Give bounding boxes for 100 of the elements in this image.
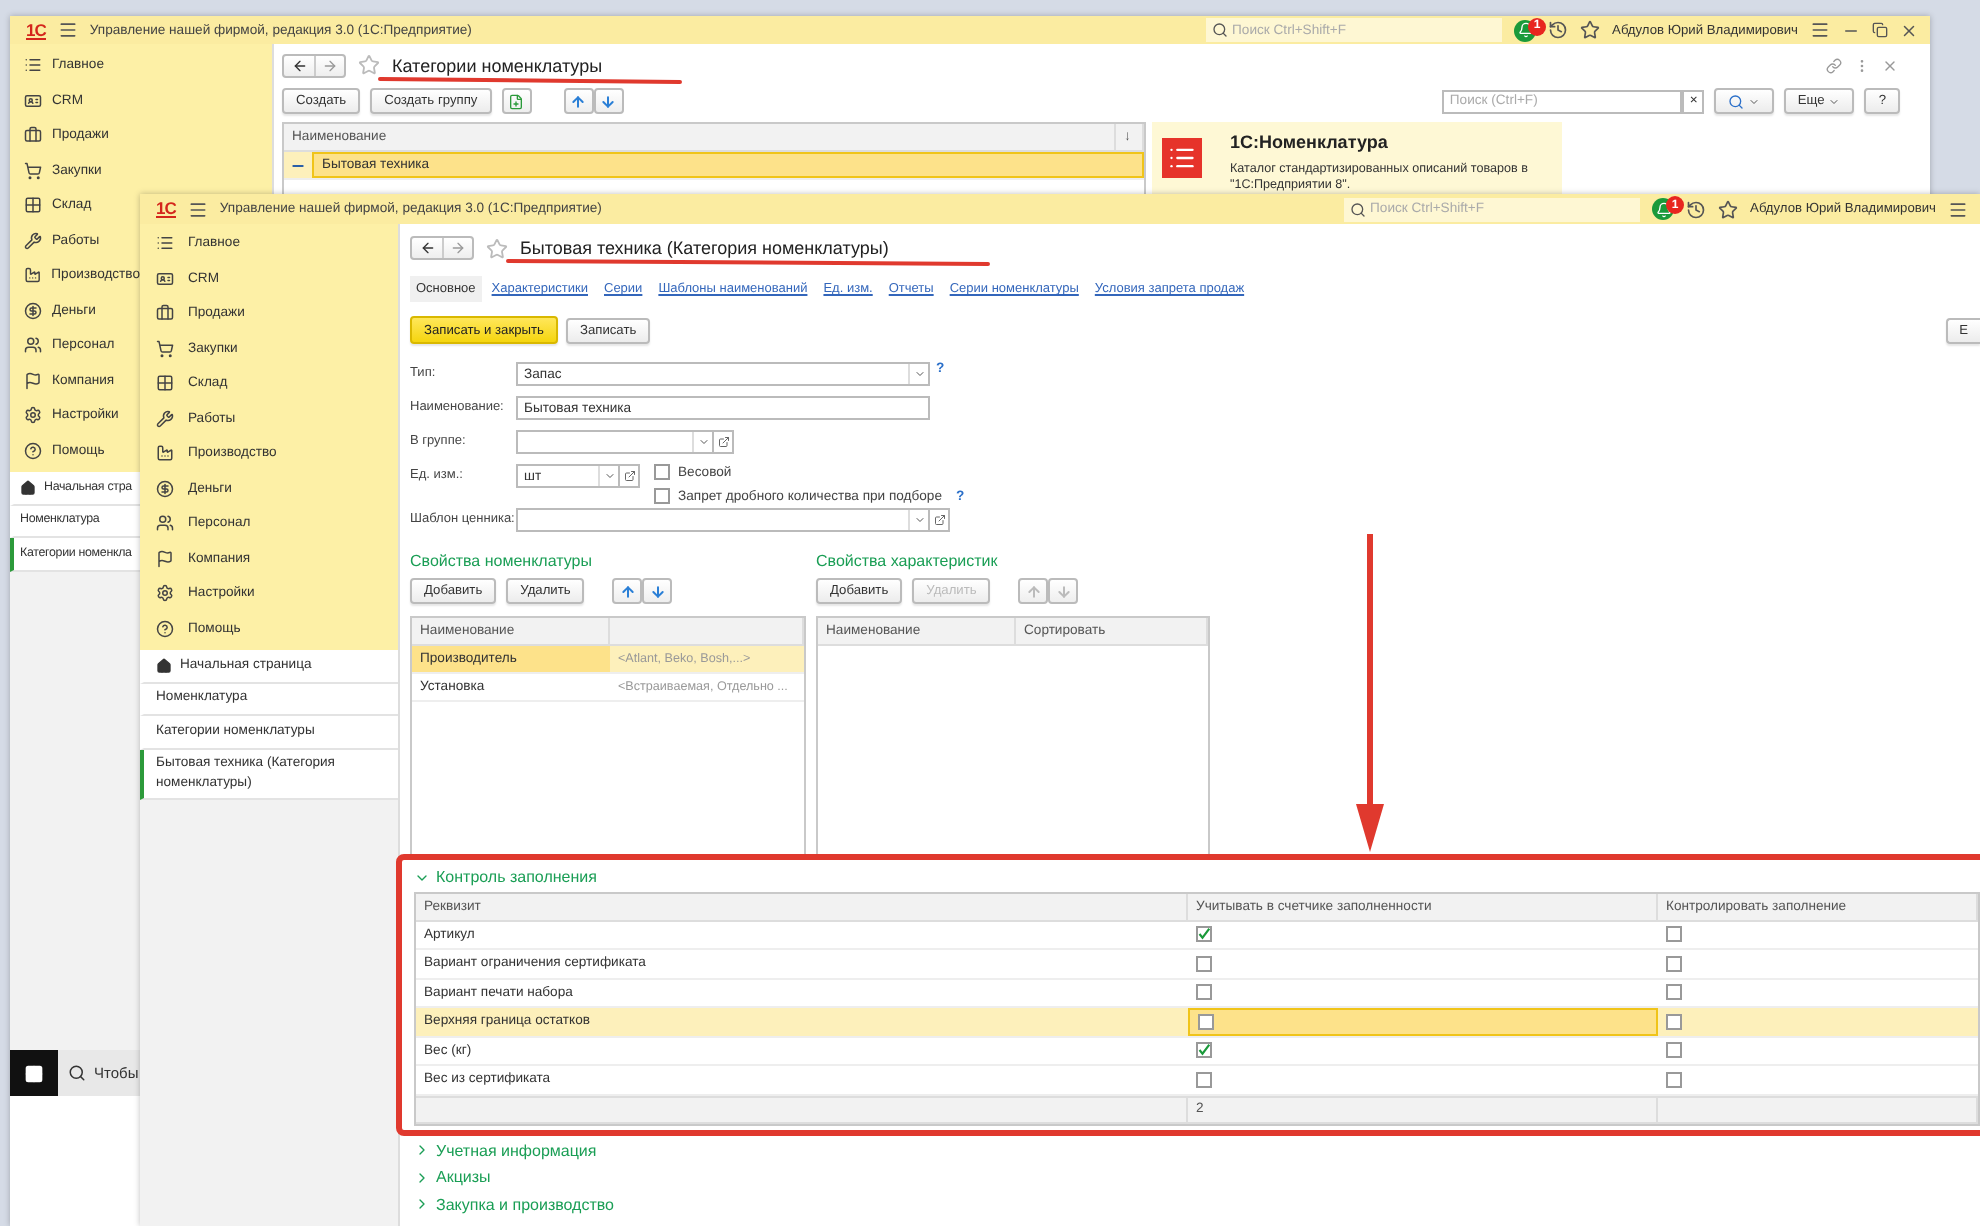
coin-icon <box>24 301 42 320</box>
checkbox[interactable] <box>1198 1013 1214 1030</box>
checkbox[interactable] <box>1196 926 1212 943</box>
info-title: 1С:Номенклатура <box>1230 132 1390 152</box>
star-icon <box>358 54 380 76</box>
checkbox[interactable] <box>654 488 670 504</box>
up-arrow-icon <box>570 93 587 109</box>
open-icon <box>717 436 729 448</box>
search-icon <box>1212 22 1229 38</box>
menu-icon[interactable] <box>187 199 208 219</box>
menu-icon[interactable] <box>57 20 78 40</box>
caret-icon <box>603 470 615 482</box>
forward-arrow-icon <box>322 57 338 73</box>
cart-icon <box>24 161 42 180</box>
list-icon <box>1162 138 1202 178</box>
checkbox[interactable] <box>1666 984 1682 1001</box>
section-title: Свойства номенклатуры <box>410 552 594 570</box>
briefcase-icon <box>156 304 174 323</box>
add-copy-button[interactable] <box>501 88 532 114</box>
search-icon <box>1350 201 1367 217</box>
move-up-button[interactable] <box>563 88 594 114</box>
section-toggle[interactable]: Контроль заполнения <box>414 864 1980 891</box>
coin-icon <box>156 479 174 498</box>
open-button[interactable] <box>714 430 734 454</box>
close-icon <box>1900 21 1918 39</box>
checkbox[interactable] <box>1666 1071 1682 1088</box>
select-field[interactable] <box>516 508 930 532</box>
settings-icon <box>156 584 174 603</box>
history-icon <box>1548 20 1569 40</box>
page-title: Бытовая техника (Категория номенклатуры) <box>520 238 889 258</box>
forward-arrow-icon <box>450 240 466 256</box>
grid-icon <box>24 196 42 215</box>
move-up-button[interactable] <box>612 578 643 604</box>
caret-icon <box>1828 95 1841 107</box>
checkbox[interactable] <box>1666 955 1682 972</box>
open-icon <box>933 514 945 526</box>
down-arrow-icon <box>1055 583 1072 599</box>
open-icon <box>623 470 635 482</box>
factory-icon <box>156 444 174 463</box>
help-icon <box>24 441 42 460</box>
search-icon <box>1727 93 1744 109</box>
down-arrow-icon <box>649 583 666 599</box>
section-toggle[interactable]: Учетная информация <box>414 1137 1980 1164</box>
star-icon <box>1580 20 1601 40</box>
grid-icon <box>156 374 174 393</box>
flag-icon <box>24 371 42 390</box>
home-icon <box>156 657 172 674</box>
checkbox[interactable] <box>1666 1013 1682 1030</box>
move-down-button[interactable] <box>642 578 673 604</box>
menu-icon <box>1810 20 1830 40</box>
history-icon <box>1686 199 1707 219</box>
logo: 1С <box>156 200 176 218</box>
list-icon <box>24 56 42 75</box>
back-arrow-icon <box>419 240 435 256</box>
star-icon <box>1718 199 1739 219</box>
up-arrow-icon <box>1025 583 1042 599</box>
checkbox[interactable] <box>1196 1071 1212 1088</box>
section-toggle[interactable]: Закупка и производство <box>414 1191 1980 1218</box>
help-icon <box>156 619 174 638</box>
bell-icon <box>1655 201 1672 217</box>
back-arrow-icon <box>291 57 307 73</box>
bell-icon <box>1517 22 1534 38</box>
menu-icon <box>1948 199 1968 219</box>
wrench-icon <box>156 409 174 428</box>
flag-icon <box>156 549 174 568</box>
caret-icon <box>913 368 925 380</box>
close-icon <box>1882 57 1898 73</box>
section-title: Свойства характеристик <box>816 552 1000 570</box>
list-icon <box>156 234 174 253</box>
checkbox[interactable] <box>1666 926 1682 943</box>
start-button[interactable] <box>10 1050 58 1096</box>
checkbox[interactable] <box>654 464 670 480</box>
open-button[interactable] <box>620 464 640 488</box>
up-arrow-icon <box>619 583 636 599</box>
search-icon <box>68 1064 86 1082</box>
restore-icon <box>1872 22 1888 38</box>
star-icon <box>486 237 508 259</box>
wrench-icon <box>24 231 42 250</box>
checkbox[interactable] <box>1196 984 1212 1001</box>
move-down-button[interactable] <box>593 88 624 114</box>
open-button[interactable] <box>930 508 950 532</box>
factory-icon <box>24 266 42 285</box>
people-icon <box>24 336 42 355</box>
select-field[interactable] <box>516 430 714 454</box>
file-plus-icon <box>508 93 525 109</box>
id-card-icon <box>24 91 42 110</box>
page-title: Категории номенклатуры <box>392 55 603 75</box>
briefcase-icon <box>24 126 42 145</box>
logo: 1С <box>26 21 46 39</box>
id-card-icon <box>156 269 174 288</box>
checkbox[interactable] <box>1666 1042 1682 1059</box>
cart-icon <box>156 339 174 358</box>
down-arrow-icon <box>600 93 617 109</box>
search-button[interactable] <box>1713 88 1774 114</box>
caret-icon <box>913 514 925 526</box>
caret-icon <box>1747 95 1760 107</box>
people-icon <box>156 514 174 533</box>
checkbox[interactable] <box>1196 955 1212 972</box>
settings-icon <box>24 406 42 425</box>
checkbox[interactable] <box>1196 1042 1212 1059</box>
